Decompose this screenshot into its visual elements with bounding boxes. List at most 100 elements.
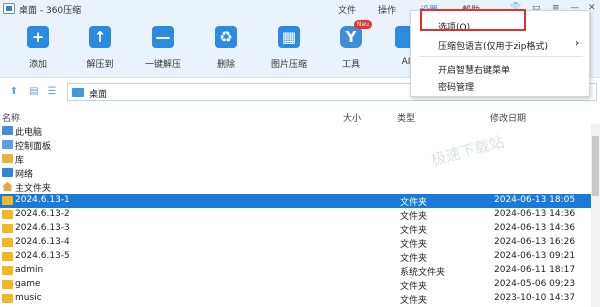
delete-icon: ♻	[215, 26, 237, 48]
address-path: 桌面	[89, 90, 108, 100]
column-modified[interactable]: 修改日期	[490, 111, 526, 124]
file-row[interactable]: 2024.6.13-4 文件夹 2024-06-13 16:26	[0, 236, 600, 250]
file-name: 2024.6.13-1	[15, 195, 70, 205]
menu-item-password-manager[interactable]: 密码管理	[411, 77, 591, 94]
file-row-home-folder[interactable]: 主文件夹	[0, 180, 600, 194]
column-name[interactable]: 名称	[2, 111, 20, 124]
file-modified: 2024-05-06 09:23	[494, 279, 576, 289]
column-header: 名称 大小 类型 修改日期	[0, 110, 600, 124]
menu-item-label: 开启智慧右键菜单	[438, 66, 511, 76]
file-modified: 2023-10-10 14:37	[494, 293, 576, 303]
file-row-network[interactable]: 网络	[0, 166, 600, 180]
one-click-extract-button[interactable]: — 一键解压	[133, 26, 193, 70]
file-name: admin	[15, 265, 44, 275]
file-name: music	[15, 293, 42, 303]
file-name: 网络	[15, 170, 34, 180]
delete-label: 删除	[216, 60, 235, 70]
menu-item-smart-context-menu[interactable]: 开启智慧右键菜单	[411, 60, 591, 77]
add-icon: +	[27, 26, 49, 48]
extract-to-label: 解压到	[86, 60, 114, 70]
tools-icon: Y Neu	[340, 20, 372, 48]
file-row-library[interactable]: 库	[0, 152, 600, 166]
folder-icon	[2, 266, 13, 275]
menu-operate[interactable]: 操作	[378, 3, 396, 16]
file-modified: 2024-06-13 14:36	[494, 223, 576, 233]
file-type: 文件夹	[400, 240, 428, 250]
extract-to-icon: ↑	[89, 26, 111, 48]
menu-item-label: 压缩包语言(仅用于zip格式)	[438, 42, 548, 52]
file-type: 文件夹	[400, 226, 428, 236]
one-click-extract-label: 一键解压	[144, 60, 181, 70]
column-type[interactable]: 类型	[397, 111, 415, 124]
folder-icon	[2, 294, 13, 303]
file-name: 2024.6.13-3	[15, 223, 70, 233]
file-name: 2024.6.13-2	[15, 209, 70, 219]
file-row[interactable]: 2024.6.13-2 文件夹 2024-06-13 14:36	[0, 208, 600, 222]
computer-icon	[2, 126, 13, 135]
tools-button[interactable]: Y Neu 工具	[321, 20, 381, 70]
file-type: 文件夹	[400, 198, 428, 208]
folder-icon	[2, 224, 13, 233]
file-row[interactable]: 2024.6.13-3 文件夹 2024-06-13 14:36	[0, 222, 600, 236]
menu-item-label: 密码管理	[438, 83, 475, 93]
app-icon	[3, 3, 15, 14]
image-compress-icon: ▦	[278, 26, 300, 48]
network-icon	[2, 168, 13, 177]
app-title: 桌面 - 360压缩	[19, 6, 82, 16]
image-compress-button[interactable]: ▦ 图片压缩	[259, 26, 319, 70]
file-modified: 2024-06-13 14:36	[494, 209, 576, 219]
file-type: 系统文件夹	[400, 268, 446, 278]
library-icon	[2, 154, 13, 163]
folder-icon	[2, 252, 13, 261]
list-view-icon[interactable]: ▤	[28, 86, 40, 98]
file-modified: 2024-06-13 09:21	[494, 251, 576, 261]
file-modified: 2024-06-13 16:26	[494, 237, 576, 247]
image-compress-label: 图片压缩	[270, 60, 307, 70]
file-type: 文件夹	[400, 212, 428, 222]
control-panel-icon	[2, 140, 13, 149]
detail-view-icon[interactable]: ☰	[46, 86, 58, 98]
file-type: 文件夹	[400, 282, 428, 292]
folder-icon	[2, 238, 13, 247]
one-click-extract-icon: —	[152, 26, 174, 48]
file-modified: 2024-06-13 18:05	[494, 195, 576, 205]
file-name: game	[15, 279, 41, 289]
menu-divider	[419, 56, 583, 57]
file-name: 控制面板	[15, 142, 52, 152]
file-type: 文件夹	[400, 254, 428, 264]
file-list: 此电脑 控制面板 库 网络 主文件夹 2024.6.13-1 文件夹 2024-…	[0, 124, 600, 307]
home-icon	[2, 182, 13, 191]
tools-label: 工具	[341, 60, 360, 70]
file-row-this-pc[interactable]: 此电脑	[0, 124, 600, 138]
file-row-control-panel[interactable]: 控制面板	[0, 138, 600, 152]
file-name: 库	[15, 156, 25, 166]
menu-file[interactable]: 文件	[338, 3, 356, 16]
highlight-box	[420, 9, 526, 31]
file-name: 2024.6.13-4	[15, 237, 70, 247]
file-type: 文件夹	[400, 296, 428, 306]
scrollbar-thumb[interactable]	[592, 136, 599, 196]
file-row[interactable]: admin 系统文件夹 2024-06-11 18:17	[0, 264, 600, 278]
file-modified: 2024-06-11 18:17	[494, 265, 576, 275]
scrollbar[interactable]	[591, 124, 600, 307]
chevron-right-icon: ›	[575, 38, 580, 49]
delete-button[interactable]: ♻ 删除	[196, 26, 256, 70]
file-name: 主文件夹	[15, 184, 52, 194]
folder-icon	[2, 280, 13, 289]
extract-to-button[interactable]: ↑ 解压到	[70, 26, 130, 70]
file-row[interactable]: 2024.6.13-5 文件夹 2024-06-13 09:21	[0, 250, 600, 264]
column-size[interactable]: 大小	[343, 111, 361, 124]
folder-icon	[2, 196, 13, 205]
up-arrow-icon[interactable]: ⬆	[8, 86, 20, 98]
file-name: 2024.6.13-5	[15, 251, 70, 261]
file-name: 此电脑	[15, 128, 43, 138]
file-row[interactable]: game 文件夹 2024-05-06 09:23	[0, 278, 600, 292]
file-row-selected[interactable]: 2024.6.13-1 文件夹 2024-06-13 18:05	[0, 194, 600, 208]
desktop-folder-icon	[72, 88, 84, 97]
folder-icon	[2, 210, 13, 219]
file-row[interactable]: music 文件夹 2023-10-10 14:37	[0, 292, 600, 306]
add-label: 添加	[28, 60, 47, 70]
add-button[interactable]: + 添加	[8, 26, 68, 70]
new-badge: Neu	[354, 20, 372, 29]
menu-item-archive-language[interactable]: 压缩包语言(仅用于zip格式) ›	[411, 36, 591, 53]
